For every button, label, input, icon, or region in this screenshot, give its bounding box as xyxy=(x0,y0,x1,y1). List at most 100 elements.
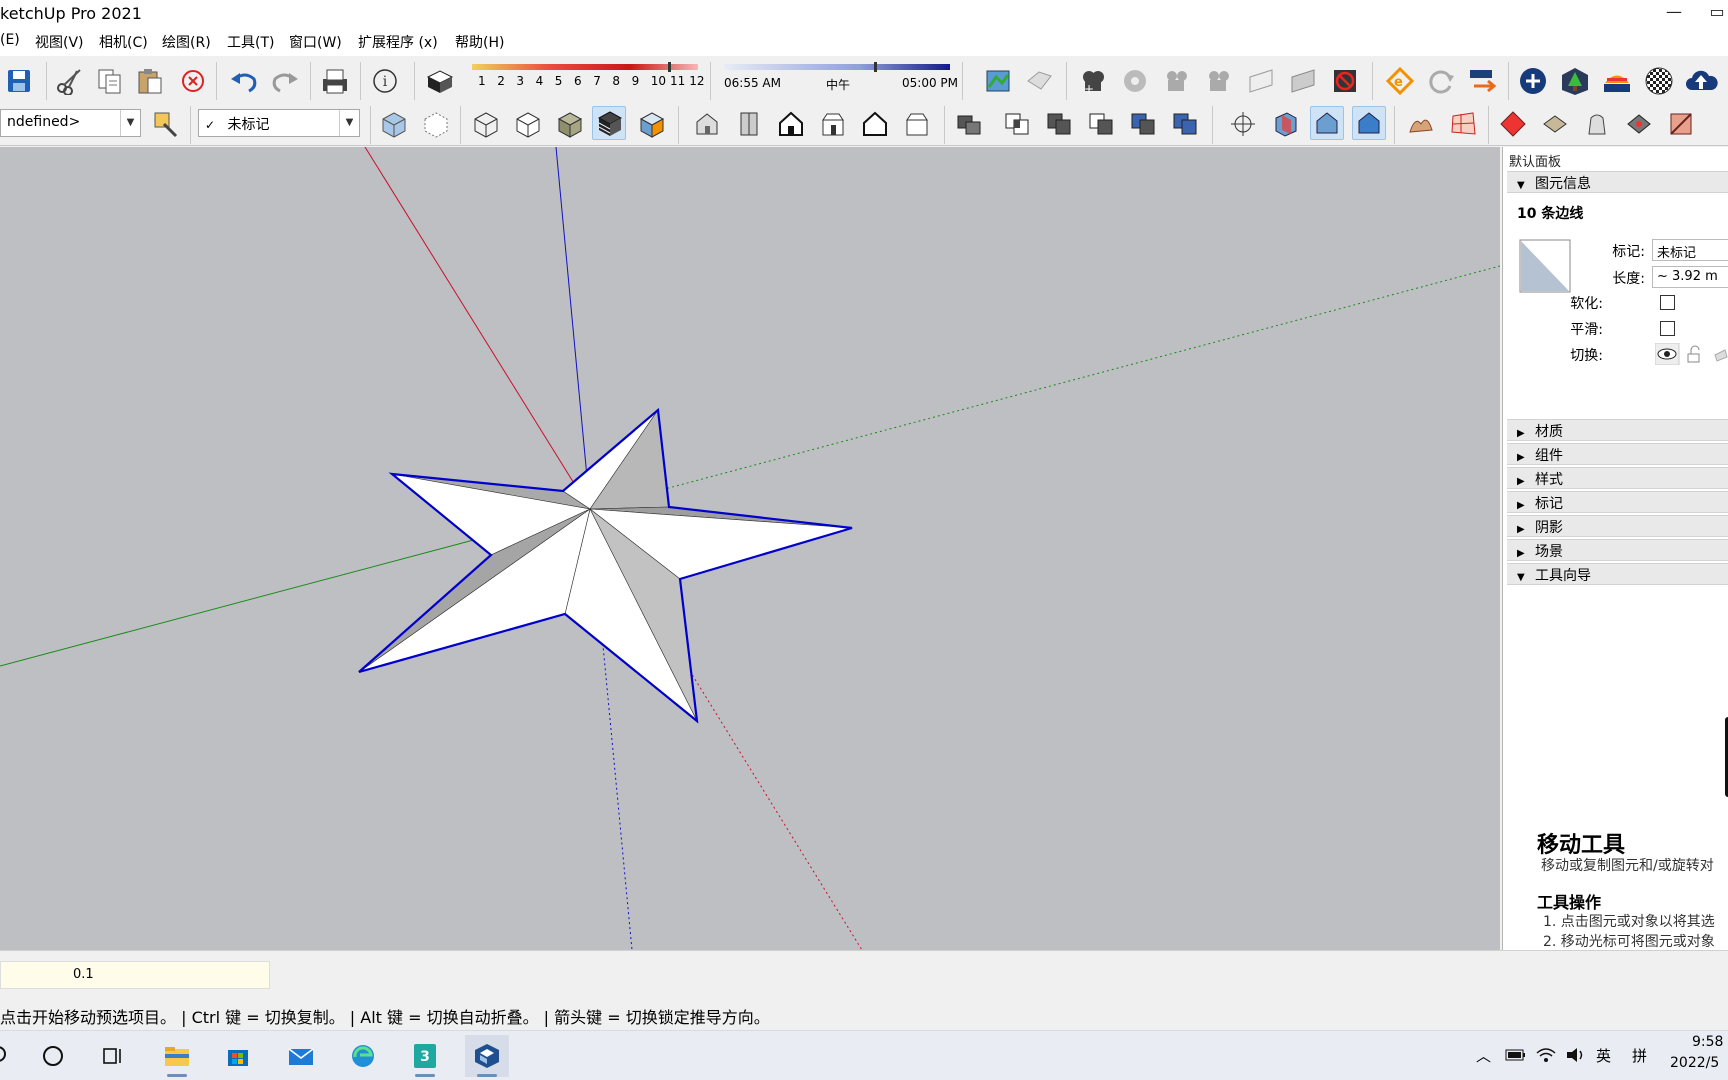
smoove-button[interactable] xyxy=(1496,107,1530,141)
union-button[interactable] xyxy=(1042,107,1076,141)
cloud-upload-button[interactable] xyxy=(1684,64,1718,98)
section-delete-button[interactable] xyxy=(1328,64,1362,98)
section-view-button[interactable] xyxy=(1310,106,1344,140)
xray-button[interactable] xyxy=(376,107,410,141)
store-button[interactable] xyxy=(216,1035,260,1077)
menu-camera[interactable]: 相机(C) xyxy=(99,32,148,52)
shaded-textures-button[interactable] xyxy=(592,106,626,140)
back-edges-button[interactable] xyxy=(418,107,452,141)
subtract-button[interactable] xyxy=(1084,107,1118,141)
tag-field[interactable]: 未标记 xyxy=(1652,239,1728,261)
mail-button[interactable] xyxy=(279,1035,323,1077)
extension-e-button[interactable]: e xyxy=(1382,64,1416,98)
menu-tools[interactable]: 工具(T) xyxy=(227,32,274,52)
length-field[interactable]: ~ 3.92 m xyxy=(1652,266,1728,288)
shaded-button[interactable] xyxy=(552,107,586,141)
intersect-button[interactable] xyxy=(1000,107,1034,141)
ime-mode[interactable]: 拼 xyxy=(1632,1045,1647,1066)
refresh-button[interactable] xyxy=(1424,64,1458,98)
hidden-line-button[interactable] xyxy=(510,107,544,141)
soften-checkbox[interactable] xyxy=(1660,295,1675,310)
shadow-time-slider[interactable]: 06:55 AM 中午 05:00 PM xyxy=(722,62,958,94)
redo-button[interactable] xyxy=(268,64,302,98)
add-scene-button[interactable]: + xyxy=(1076,64,1110,98)
wireframe-button[interactable] xyxy=(468,107,502,141)
menu-edit[interactable]: (E) xyxy=(0,32,20,48)
smooth-checkbox[interactable] xyxy=(1660,321,1675,336)
menu-window[interactable]: 窗口(W) xyxy=(289,32,342,52)
menu-help[interactable]: 帮助(H) xyxy=(455,32,504,52)
split-button[interactable] xyxy=(1168,107,1202,141)
menu-view[interactable]: 视图(V) xyxy=(35,32,84,52)
tray-expand-icon[interactable]: ︿ xyxy=(1476,1045,1491,1066)
minimize-button[interactable]: — xyxy=(1654,2,1694,21)
add-location-button[interactable] xyxy=(1516,64,1550,98)
components-header[interactable]: ▶ 组件 xyxy=(1507,443,1728,465)
front-view-button[interactable] xyxy=(774,107,808,141)
visibility-eye-icon[interactable] xyxy=(1655,343,1681,365)
menu-draw[interactable]: 绘图(R) xyxy=(162,32,211,52)
monochrome-button[interactable] xyxy=(634,107,668,141)
cut-button[interactable] xyxy=(52,64,86,98)
scene-camera-2-button[interactable] xyxy=(1202,64,1236,98)
iso-view-button[interactable] xyxy=(690,107,724,141)
shadows-header[interactable]: ▶ 阴影 xyxy=(1507,515,1728,537)
section-plane-button[interactable] xyxy=(1244,64,1278,98)
save-button[interactable] xyxy=(2,64,36,98)
sandbox-grid-button[interactable] xyxy=(1446,107,1480,141)
tag-color-button[interactable] xyxy=(149,107,183,141)
entity-info-header[interactable]: ▼ 图元信息 xyxy=(1507,171,1728,193)
export-button[interactable] xyxy=(1466,64,1500,98)
styles-header[interactable]: ▶ 样式 xyxy=(1507,467,1728,489)
model-viewport[interactable] xyxy=(0,147,1500,950)
flip-edge-button[interactable] xyxy=(1664,107,1698,141)
menu-extensions[interactable]: 扩展程序 (x) xyxy=(358,32,438,52)
tags-header[interactable]: ▶ 标记 xyxy=(1507,491,1728,513)
stamp-button[interactable] xyxy=(1538,107,1572,141)
scene-camera-button[interactable] xyxy=(1160,64,1194,98)
lock-icon[interactable] xyxy=(1685,345,1705,365)
copy-button[interactable] xyxy=(93,64,127,98)
shadow-cast-icon[interactable] xyxy=(1713,347,1728,363)
measurements-input[interactable]: 0.1 xyxy=(0,961,270,989)
undo-button[interactable] xyxy=(227,64,261,98)
materials-header[interactable]: ▶ 材质 xyxy=(1507,419,1728,441)
orbit-scene-button[interactable] xyxy=(1118,64,1152,98)
geo-location-button[interactable] xyxy=(981,64,1015,98)
instructor-header[interactable]: ▼ 工具向导 xyxy=(1507,563,1728,585)
checker-button[interactable] xyxy=(1642,64,1676,98)
erase-button[interactable] xyxy=(176,64,210,98)
shadow-date-slider[interactable]: 1 2 3 4 5 6 7 8 9 10 11 12 xyxy=(470,62,704,94)
right-view-button[interactable] xyxy=(816,107,850,141)
print-button[interactable] xyxy=(318,64,352,98)
3ds-max-button[interactable]: 3 xyxy=(403,1035,447,1077)
photo-texture-button[interactable] xyxy=(1022,64,1056,98)
top-view-button[interactable] xyxy=(732,107,766,141)
task-view-button[interactable] xyxy=(91,1035,135,1077)
sketchup-button[interactable] xyxy=(465,1035,509,1077)
battery-icon[interactable] xyxy=(1505,1046,1527,1064)
position-camera-button[interactable] xyxy=(1226,107,1260,141)
sandbox-contours-button[interactable] xyxy=(1404,107,1438,141)
search-button[interactable] xyxy=(0,1035,22,1077)
file-explorer-button[interactable] xyxy=(155,1035,199,1077)
date-slider-thumb[interactable] xyxy=(668,62,671,72)
warehouse-button[interactable] xyxy=(1558,64,1592,98)
tag-dropdown[interactable]: ✓ 未标记 ▼ xyxy=(198,109,360,137)
model-info-button[interactable]: i xyxy=(368,64,402,98)
scenes-header[interactable]: ▶ 场景 xyxy=(1507,539,1728,561)
section-fill-view-button[interactable] xyxy=(1352,106,1386,140)
drape-button[interactable] xyxy=(1580,107,1614,141)
outer-shell-button[interactable] xyxy=(952,107,986,141)
left-view-button[interactable] xyxy=(900,107,934,141)
clock-date[interactable]: 2022/5 xyxy=(1670,1055,1719,1071)
trim-button[interactable] xyxy=(1126,107,1160,141)
model-canvas[interactable] xyxy=(0,147,1500,950)
back-view-button[interactable] xyxy=(858,107,892,141)
edge-browser-button[interactable] xyxy=(341,1035,385,1077)
maximize-button[interactable]: ▭ xyxy=(1706,2,1728,21)
ime-language[interactable]: 英 xyxy=(1596,1045,1611,1066)
time-slider-thumb[interactable] xyxy=(874,62,877,72)
extension-warehouse-button[interactable] xyxy=(1600,64,1634,98)
add-detail-button[interactable] xyxy=(1622,107,1656,141)
